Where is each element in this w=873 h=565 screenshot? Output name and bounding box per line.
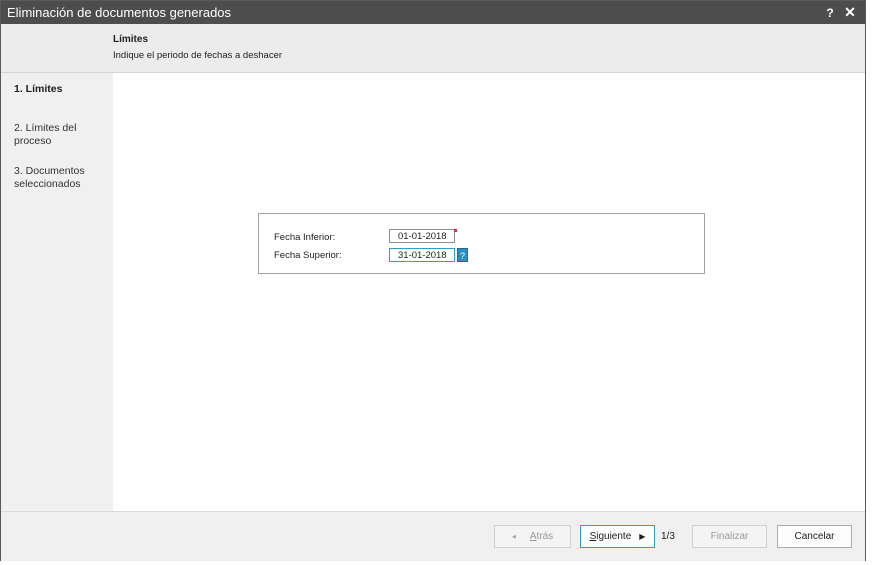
chevron-left-icon: ◂ — [511, 532, 516, 541]
page-subtitle: Indique el periodo de fechas a deshacer — [113, 50, 283, 61]
date-range-group: Fecha Inferior: Fecha Superior: ? — [258, 213, 705, 274]
fecha-inferior-input[interactable] — [389, 229, 455, 243]
title-bar[interactable]: Eliminación de documentos generados ? ✕ — [1, 1, 865, 24]
dialog-window: Eliminación de documentos generados ? ✕ … — [0, 0, 866, 561]
fecha-superior-label: Fecha Superior: — [274, 250, 342, 261]
finish-button[interactable]: Finalizar — [692, 525, 767, 548]
required-marker-icon — [454, 229, 457, 232]
sidebar-item-limites-proceso[interactable]: 2. Límites del proceso — [14, 122, 109, 148]
next-button[interactable]: Siguiente ▶ — [580, 525, 655, 548]
date-picker-help-button[interactable]: ? — [457, 248, 468, 262]
fecha-inferior-label: Fecha Inferior: — [274, 232, 336, 243]
close-icon[interactable]: ✕ — [843, 4, 857, 21]
steps-sidebar: 1. Límites 2. Límites del proceso 3. Doc… — [1, 73, 113, 511]
wizard-footer: ◂ Atrás Siguiente ▶ 1/3 Finalizar Cancel… — [1, 511, 865, 561]
wizard-content: Fecha Inferior: Fecha Superior: ? — [113, 73, 865, 511]
chevron-right-icon: ▶ — [639, 532, 646, 541]
next-button-label: Siguiente — [589, 531, 632, 542]
wizard-header: Límites Indique el periodo de fechas a d… — [1, 24, 865, 73]
sidebar-item-limites[interactable]: 1. Límites — [14, 83, 109, 96]
window-title: Eliminación de documentos generados — [7, 5, 232, 20]
fecha-superior-input[interactable] — [389, 248, 455, 262]
help-icon[interactable]: ? — [823, 6, 837, 20]
page-indicator: 1/3 — [661, 531, 675, 542]
back-button[interactable]: ◂ Atrás — [494, 525, 571, 548]
back-button-label: Atrás — [529, 531, 554, 542]
page-title: Límites — [113, 34, 149, 45]
sidebar-item-documentos-seleccionados[interactable]: 3. Documentos seleccionados — [14, 165, 109, 191]
cancel-button[interactable]: Cancelar — [777, 525, 852, 548]
